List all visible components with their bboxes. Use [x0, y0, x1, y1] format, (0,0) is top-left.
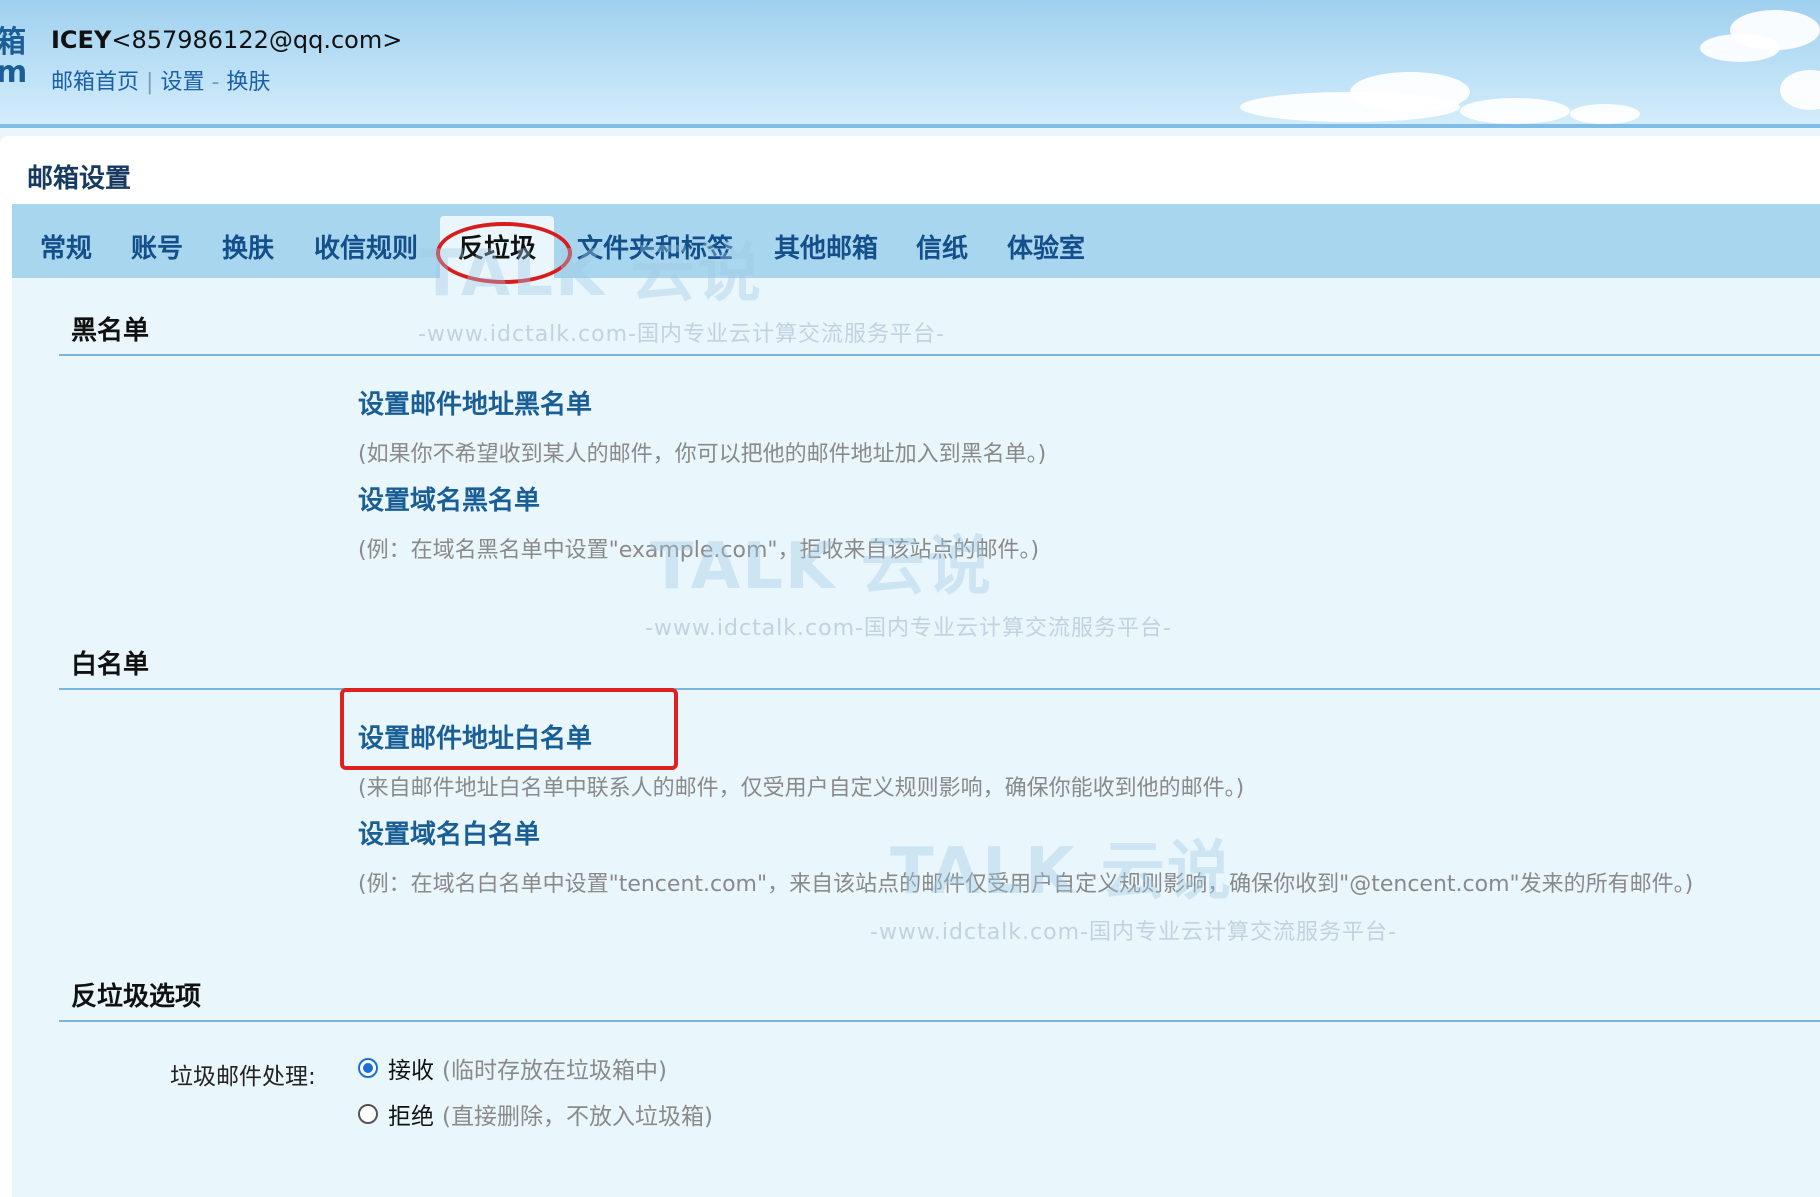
option-reject[interactable]: 拒绝 (直接删除，不放入垃圾箱) — [358, 1098, 713, 1130]
section-antispam-options: 反垃圾选项 — [59, 972, 1820, 1022]
desc-address-blacklist: (如果你不希望收到某人的邮件，你可以把他的邮件地址加入到黑名单。) — [358, 442, 1047, 467]
section-title: 黑名单 — [71, 316, 150, 346]
option-accept-note: (临时存放在垃圾箱中) — [442, 1058, 667, 1084]
separator-pipe: | — [146, 70, 154, 95]
user-name: ICEY — [51, 26, 112, 54]
desc-address-whitelist: (来自邮件地址白名单中联系人的邮件，仅受用户自定义规则影响，确保你能收到他的邮件… — [358, 776, 1245, 801]
tab-lab[interactable]: 体验室 — [1007, 216, 1085, 278]
section-title: 白名单 — [71, 650, 150, 680]
section-blacklist: 黑名单 — [59, 306, 1820, 356]
radio-accept[interactable] — [358, 1058, 378, 1078]
section-whitelist: 白名单 — [59, 640, 1820, 690]
header-banner: 箱m ICEY<857986122@qq.com> 邮箱首页 | 设置 - 换肤 — [0, 0, 1820, 128]
option-accept-label[interactable]: 接收 — [388, 1051, 434, 1085]
desc-domain-blacklist: (例：在域名黑名单中设置"example.com"，拒收来自该站点的邮件。) — [358, 538, 1040, 563]
link-change-skin[interactable]: 换肤 — [226, 70, 270, 95]
option-reject-label[interactable]: 拒绝 — [388, 1097, 434, 1131]
link-mailbox-home[interactable]: 邮箱首页 — [51, 70, 139, 95]
settings-tabbar: 常规 账号 换肤 收信规则 反垃圾 文件夹和标签 其他邮箱 信纸 体验室 — [12, 204, 1820, 278]
link-settings[interactable]: 设置 — [160, 70, 204, 95]
tab-skin[interactable]: 换肤 — [222, 216, 274, 278]
header-divider — [0, 124, 1820, 128]
option-accept[interactable]: 接收 (临时存放在垃圾箱中) — [358, 1052, 667, 1084]
whitelist-highlight-box — [340, 688, 678, 770]
user-email: <857986122@qq.com> — [111, 26, 403, 54]
separator-dash: - — [211, 70, 220, 95]
tab-inbox-rules[interactable]: 收信规则 — [314, 216, 418, 278]
link-domain-whitelist[interactable]: 设置域名白名单 — [358, 814, 540, 851]
tab-highlight-ellipse — [436, 222, 572, 284]
logo-fragment: 箱m — [0, 25, 28, 90]
link-domain-blacklist[interactable]: 设置域名黑名单 — [358, 480, 540, 517]
option-reject-note: (直接删除，不放入垃圾箱) — [442, 1104, 713, 1130]
link-address-blacklist[interactable]: 设置邮件地址黑名单 — [358, 384, 592, 421]
page-title: 邮箱设置 — [27, 164, 132, 194]
tab-account[interactable]: 账号 — [131, 216, 183, 278]
spam-handling-label: 垃圾邮件处理: — [170, 1064, 316, 1090]
section-title: 反垃圾选项 — [71, 982, 202, 1012]
tab-other-mailboxes[interactable]: 其他邮箱 — [774, 216, 878, 278]
tab-stationery[interactable]: 信纸 — [916, 216, 968, 278]
user-identity: ICEY<857986122@qq.com> — [51, 26, 402, 54]
radio-reject[interactable] — [358, 1104, 378, 1124]
tab-folders-labels[interactable]: 文件夹和标签 — [577, 216, 733, 278]
desc-domain-whitelist: (例：在域名白名单中设置"tencent.com"，来自该站点的邮件仅受用户自定… — [358, 872, 1694, 897]
header-links: 邮箱首页 | 设置 - 换肤 — [51, 64, 270, 96]
tab-general[interactable]: 常规 — [40, 216, 92, 278]
